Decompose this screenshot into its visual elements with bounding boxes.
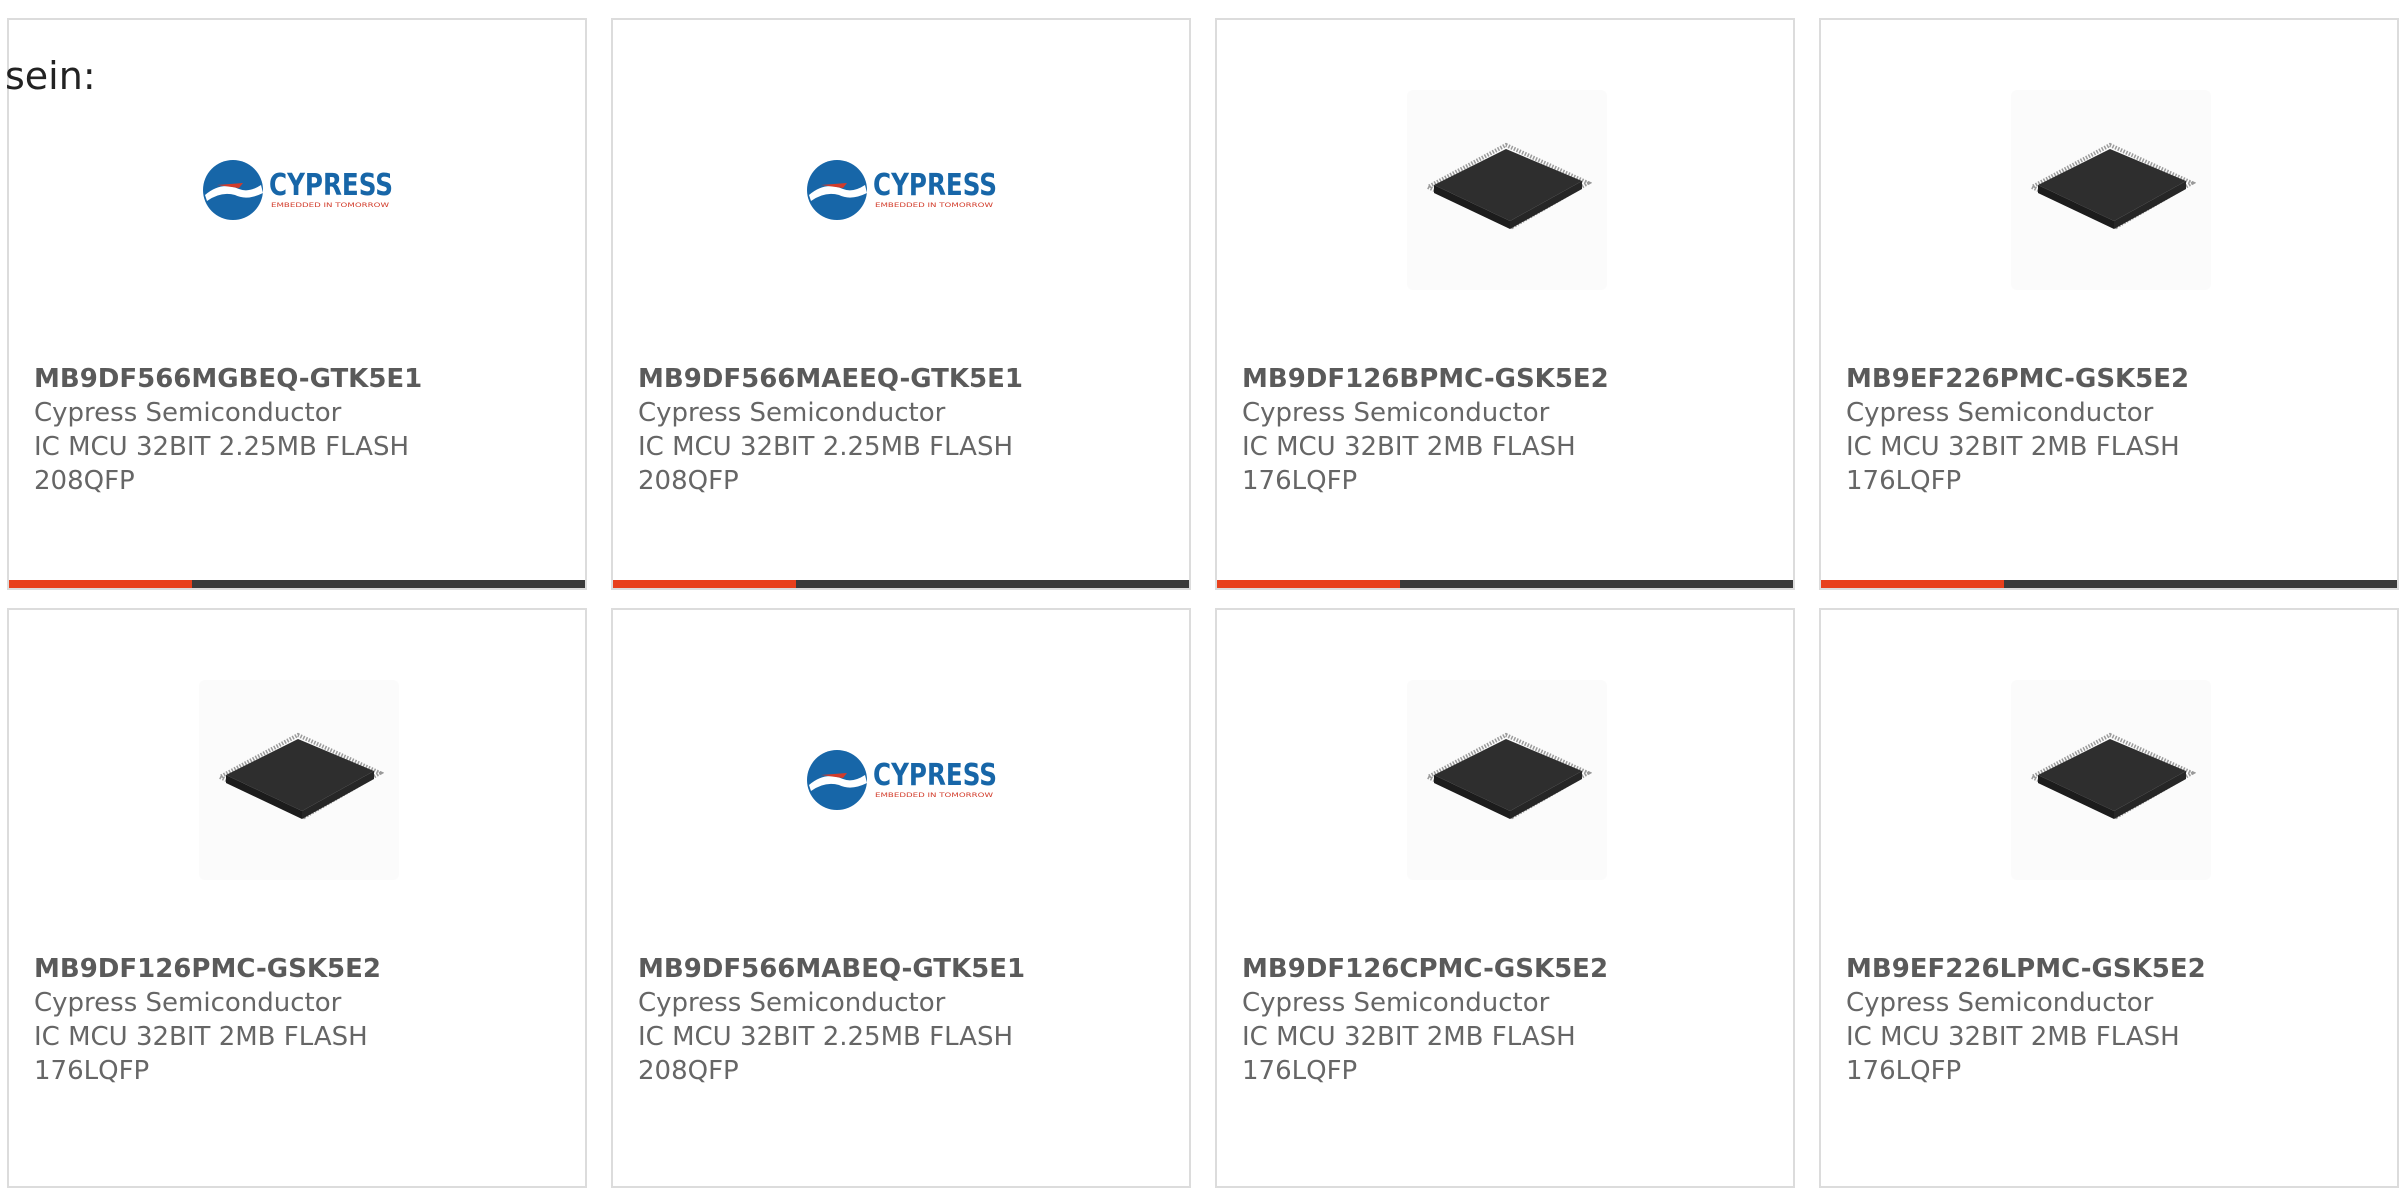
cypress-logo-icon: CYPRESS EMBEDDED IN TOMORROW [807, 750, 997, 810]
manufacturer: Cypress Semiconductor [34, 398, 342, 428]
chip-icon [1423, 732, 1592, 820]
description: IC MCU 32BIT 2MB FLASH 176LQFP [1242, 432, 1576, 496]
description: IC MCU 32BIT 2MB FLASH 176LQFP [1846, 1022, 2180, 1086]
cypress-logo-icon: CYPRESS EMBEDDED IN TOMORROW [807, 160, 997, 220]
product-card[interactable]: MB9DF126BPMC-GSK5E2 Cypress Semiconducto… [1215, 18, 1795, 590]
product-image[interactable]: CYPRESS EMBEDDED IN TOMORROW [803, 90, 1003, 290]
card-bottom-bar [1217, 580, 1793, 588]
product-card[interactable]: CYPRESS EMBEDDED IN TOMORROW MB9DF566MAE… [611, 18, 1191, 590]
accent-bar [9, 580, 192, 588]
part-number-link[interactable]: MB9EF226LPMC-GSK5E2 [1846, 952, 2366, 986]
description: IC MCU 32BIT 2.25MB FLASH 208QFP [638, 1022, 1014, 1086]
description: IC MCU 32BIT 2MB FLASH 176LQFP [1846, 432, 2180, 496]
card-bottom-bar [1821, 580, 2397, 588]
logo-tagline: EMBEDDED IN TOMORROW [875, 791, 994, 799]
product-info: MB9DF566MABEQ-GTK5E1 Cypress Semiconduct… [638, 952, 1158, 1088]
manufacturer: Cypress Semiconductor [638, 988, 946, 1018]
product-info: MB9DF566MGBEQ-GTK5E1 Cypress Semiconduct… [34, 362, 554, 498]
manufacturer: Cypress Semiconductor [1242, 398, 1550, 428]
chip-photo [2011, 680, 2211, 880]
product-card[interactable]: CYPRESS EMBEDDED IN TOMORROW MB9DF566MGB… [7, 18, 587, 590]
product-info: MB9EF226PMC-GSK5E2 Cypress Semiconductor… [1846, 362, 2366, 498]
chip-icon [2027, 732, 2196, 820]
product-grid: CYPRESS EMBEDDED IN TOMORROW MB9DF566MGB… [0, 0, 2400, 1188]
logo-text: CYPRESS [873, 168, 997, 203]
card-bottom-bar [9, 580, 585, 588]
manufacturer: Cypress Semiconductor [1846, 988, 2154, 1018]
chip-icon [1423, 142, 1592, 230]
cypress-logo-icon: CYPRESS EMBEDDED IN TOMORROW [203, 160, 393, 220]
logo-tagline: EMBEDDED IN TOMORROW [271, 201, 390, 209]
part-number-link[interactable]: MB9DF566MABEQ-GTK5E1 [638, 952, 1158, 986]
manufacturer: Cypress Semiconductor [34, 988, 342, 1018]
manufacturer: Cypress Semiconductor [1846, 398, 2154, 428]
product-info: MB9DF566MAEEQ-GTK5E1 Cypress Semiconduct… [638, 362, 1158, 498]
logo-text: CYPRESS [269, 168, 393, 203]
chip-icon [2027, 142, 2196, 230]
product-card[interactable]: MB9EF226LPMC-GSK5E2 Cypress Semiconducto… [1819, 608, 2399, 1188]
part-number-link[interactable]: MB9DF566MGBEQ-GTK5E1 [34, 362, 554, 396]
description: IC MCU 32BIT 2MB FLASH 176LQFP [34, 1022, 368, 1086]
product-info: MB9EF226LPMC-GSK5E2 Cypress Semiconducto… [1846, 952, 2366, 1088]
accent-bar [1217, 580, 1400, 588]
chip-icon [215, 732, 384, 820]
part-number-link[interactable]: MB9DF126CPMC-GSK5E2 [1242, 952, 1762, 986]
chip-photo [1407, 90, 1607, 290]
part-number-link[interactable]: MB9DF126BPMC-GSK5E2 [1242, 362, 1762, 396]
manufacturer: Cypress Semiconductor [1242, 988, 1550, 1018]
product-image[interactable] [199, 680, 399, 880]
logo-tagline: EMBEDDED IN TOMORROW [875, 201, 994, 209]
product-card[interactable]: MB9DF126CPMC-GSK5E2 Cypress Semiconducto… [1215, 608, 1795, 1188]
product-card[interactable]: MB9EF226PMC-GSK5E2 Cypress Semiconductor… [1819, 18, 2399, 590]
product-image[interactable] [1407, 90, 1607, 290]
product-card[interactable]: CYPRESS EMBEDDED IN TOMORROW MB9DF566MAB… [611, 608, 1191, 1188]
description: IC MCU 32BIT 2.25MB FLASH 208QFP [34, 432, 410, 496]
product-image[interactable] [2011, 680, 2211, 880]
accent-bar [1821, 580, 2004, 588]
chip-photo [2011, 90, 2211, 290]
chip-photo [199, 680, 399, 880]
card-bottom-bar [613, 580, 1189, 588]
accent-bar [613, 580, 796, 588]
product-image[interactable] [2011, 90, 2211, 290]
manufacturer: Cypress Semiconductor [638, 398, 946, 428]
product-card[interactable]: MB9DF126PMC-GSK5E2 Cypress Semiconductor… [7, 608, 587, 1188]
product-info: MB9DF126CPMC-GSK5E2 Cypress Semiconducto… [1242, 952, 1762, 1088]
product-info: MB9DF126PMC-GSK5E2 Cypress Semiconductor… [34, 952, 554, 1088]
logo-text: CYPRESS [873, 758, 997, 793]
product-image[interactable]: CYPRESS EMBEDDED IN TOMORROW [803, 680, 1003, 880]
intro-text: sein: [5, 54, 96, 98]
product-image[interactable] [1407, 680, 1607, 880]
product-info: MB9DF126BPMC-GSK5E2 Cypress Semiconducto… [1242, 362, 1762, 498]
part-number-link[interactable]: MB9DF126PMC-GSK5E2 [34, 952, 554, 986]
description: IC MCU 32BIT 2.25MB FLASH 208QFP [638, 432, 1014, 496]
product-image[interactable]: CYPRESS EMBEDDED IN TOMORROW [199, 90, 399, 290]
chip-photo [1407, 680, 1607, 880]
description: IC MCU 32BIT 2MB FLASH 176LQFP [1242, 1022, 1576, 1086]
part-number-link[interactable]: MB9DF566MAEEQ-GTK5E1 [638, 362, 1158, 396]
part-number-link[interactable]: MB9EF226PMC-GSK5E2 [1846, 362, 2366, 396]
